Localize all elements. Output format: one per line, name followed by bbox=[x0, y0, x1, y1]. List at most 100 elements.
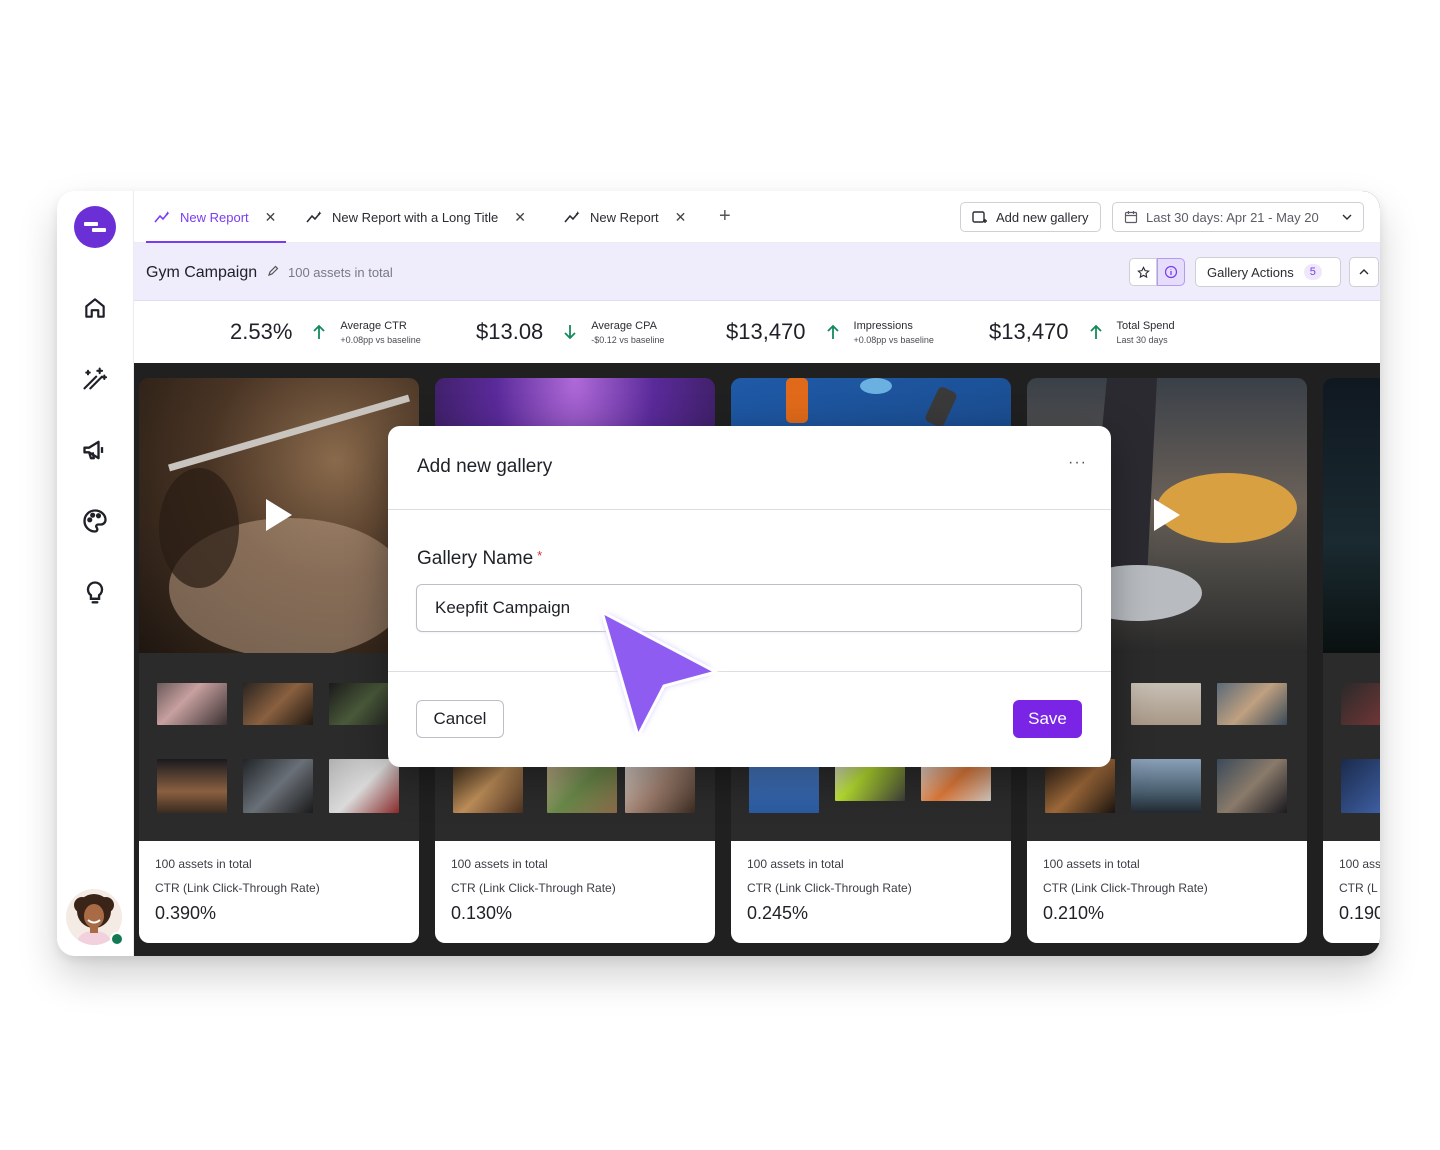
add-tab-icon[interactable]: + bbox=[719, 205, 731, 228]
divider bbox=[388, 509, 1111, 510]
online-status-dot bbox=[110, 932, 124, 946]
info-button[interactable] bbox=[1157, 258, 1185, 286]
card-assets-count: 100 ass bbox=[1339, 857, 1380, 871]
add-gallery-modal: Add new gallery ··· Gallery Name* Cancel… bbox=[388, 426, 1111, 767]
more-options-icon[interactable]: ··· bbox=[1068, 454, 1087, 472]
metric-subtitle: Last 30 days bbox=[1116, 334, 1168, 345]
tab-label: New Report bbox=[180, 209, 249, 225]
cancel-button[interactable]: Cancel bbox=[416, 700, 504, 738]
thumbnail[interactable] bbox=[157, 759, 227, 813]
arrow-up-icon bbox=[826, 324, 839, 339]
card-assets-count: 100 assets in total bbox=[747, 857, 844, 871]
thumbnail[interactable] bbox=[749, 759, 819, 813]
thumbnail[interactable] bbox=[625, 759, 695, 813]
chevron-down-icon bbox=[1342, 214, 1352, 220]
metric-average-cpa: $13.08 Average CPA -$0.12 vs baseline bbox=[476, 301, 664, 363]
gallery-name-input[interactable] bbox=[416, 584, 1082, 632]
home-icon[interactable] bbox=[79, 292, 111, 324]
metric-title: Impressions bbox=[853, 319, 913, 332]
metric-impressions: $13,470 Impressions +0.08pp vs baseline bbox=[726, 301, 934, 363]
metric-value: $13,470 bbox=[726, 319, 806, 344]
thumbnail[interactable] bbox=[157, 683, 227, 725]
close-icon[interactable]: ✕ bbox=[514, 209, 526, 226]
pencil-icon[interactable] bbox=[267, 265, 279, 277]
gallery-card-footer: 100 assets in total CTR (Link Click-Thro… bbox=[139, 841, 419, 943]
gallery-name-label-text: Gallery Name bbox=[417, 548, 534, 569]
metric-title: Average CTR bbox=[340, 319, 407, 332]
tab-label: New Report with a Long Title bbox=[332, 209, 499, 225]
card-metric-label: CTR (Link Click-Through Rate) bbox=[747, 881, 912, 895]
gallery-thumbnails bbox=[139, 653, 419, 841]
close-icon[interactable]: ✕ bbox=[675, 209, 687, 226]
metric-subtitle: +0.08pp vs baseline bbox=[340, 334, 421, 345]
gallery-hero-image[interactable] bbox=[1323, 378, 1380, 653]
campaign-assets-count: 100 assets in total bbox=[288, 265, 393, 280]
campaign-title[interactable]: Gym Campaign bbox=[146, 264, 257, 282]
brand-logo[interactable] bbox=[74, 206, 116, 248]
favorite-button[interactable] bbox=[1129, 258, 1157, 286]
thumbnail[interactable] bbox=[1341, 759, 1380, 813]
lightbulb-icon[interactable] bbox=[79, 577, 111, 609]
add-new-gallery-button[interactable]: Add new gallery bbox=[960, 202, 1101, 232]
gallery-card[interactable]: 100 ass CTR (L 0.190 bbox=[1323, 378, 1380, 943]
gallery-actions-count-badge: 5 bbox=[1303, 264, 1322, 280]
cursor-pointer-icon bbox=[600, 610, 718, 738]
thumbnail[interactable] bbox=[1217, 759, 1287, 813]
gallery-card-footer: 100 ass CTR (L 0.190 bbox=[1323, 841, 1380, 943]
palette-icon[interactable] bbox=[79, 505, 111, 537]
thumbnail[interactable] bbox=[547, 759, 617, 813]
play-icon[interactable] bbox=[1154, 499, 1180, 531]
metric-value: $13,470 bbox=[989, 319, 1069, 344]
metric-subtitle: +0.08pp vs baseline bbox=[853, 334, 934, 345]
gallery-card-footer: 100 assets in total CTR (Link Click-Thro… bbox=[731, 841, 1011, 943]
thumbnail[interactable] bbox=[1045, 759, 1115, 813]
card-metric-value: 0.190 bbox=[1339, 903, 1380, 923]
card-metric-label: CTR (Link Click-Through Rate) bbox=[1043, 881, 1208, 895]
gallery-actions-button[interactable]: Gallery Actions 5 bbox=[1195, 257, 1341, 287]
card-metric-label: CTR (Link Click-Through Rate) bbox=[155, 881, 320, 895]
card-metric-label: CTR (L bbox=[1339, 881, 1378, 895]
report-chart-icon bbox=[306, 211, 322, 223]
card-assets-count: 100 assets in total bbox=[155, 857, 252, 871]
metric-value: $13.08 bbox=[476, 319, 544, 344]
modal-title: Add new gallery bbox=[417, 456, 553, 477]
megaphone-icon[interactable] bbox=[79, 434, 111, 466]
thumbnail[interactable] bbox=[243, 759, 313, 813]
card-metric-value: 0.390% bbox=[155, 903, 217, 923]
play-icon[interactable] bbox=[266, 499, 292, 531]
tab-new-report-long[interactable]: New Report with a Long Title ✕ bbox=[306, 191, 526, 243]
metric-title: Total Spend bbox=[1116, 319, 1175, 332]
date-range-select[interactable]: Last 30 days: Apr 21 - May 20 bbox=[1112, 202, 1364, 232]
star-icon bbox=[1136, 265, 1150, 278]
save-button[interactable]: Save bbox=[1013, 700, 1082, 738]
metric-subtitle: -$0.12 vs baseline bbox=[591, 334, 665, 345]
thumbnail[interactable] bbox=[1131, 683, 1201, 725]
tab-new-report-2[interactable]: New Report ✕ bbox=[564, 191, 686, 243]
thumbnail[interactable] bbox=[1341, 683, 1380, 725]
thumbnail[interactable] bbox=[243, 683, 313, 725]
thumbnail[interactable] bbox=[329, 759, 399, 813]
required-mark: * bbox=[537, 548, 543, 563]
tab-bar: New Report ✕ New Report with a Long Titl… bbox=[134, 191, 1380, 243]
thumbnail[interactable] bbox=[453, 759, 523, 813]
sparkles-icon[interactable] bbox=[79, 363, 111, 395]
date-range-label: Last 30 days: Apr 21 - May 20 bbox=[1146, 209, 1319, 225]
card-metric-value: 0.210% bbox=[1043, 903, 1105, 923]
arrow-up-icon bbox=[313, 324, 326, 339]
metric-average-ctr: 2.53% Average CTR +0.08pp vs baseline bbox=[230, 301, 421, 363]
sidebar bbox=[57, 191, 134, 956]
gallery-card[interactable]: 100 assets in total CTR (Link Click-Thro… bbox=[139, 378, 419, 943]
info-icon bbox=[1164, 265, 1178, 279]
metrics-bar: 2.53% Average CTR +0.08pp vs baseline $13… bbox=[134, 301, 1380, 363]
arrow-down-icon bbox=[564, 325, 576, 340]
arrow-up-icon bbox=[1089, 324, 1102, 339]
gallery-actions-label: Gallery Actions bbox=[1207, 264, 1294, 280]
tab-new-report-1[interactable]: New Report ✕ bbox=[145, 191, 287, 243]
collapse-button[interactable] bbox=[1349, 257, 1379, 287]
gallery-hero-image[interactable] bbox=[139, 378, 419, 658]
divider bbox=[388, 671, 1111, 672]
add-gallery-icon bbox=[972, 211, 987, 223]
thumbnail[interactable] bbox=[1131, 759, 1201, 813]
close-icon[interactable]: ✕ bbox=[265, 209, 277, 226]
thumbnail[interactable] bbox=[1217, 683, 1287, 725]
